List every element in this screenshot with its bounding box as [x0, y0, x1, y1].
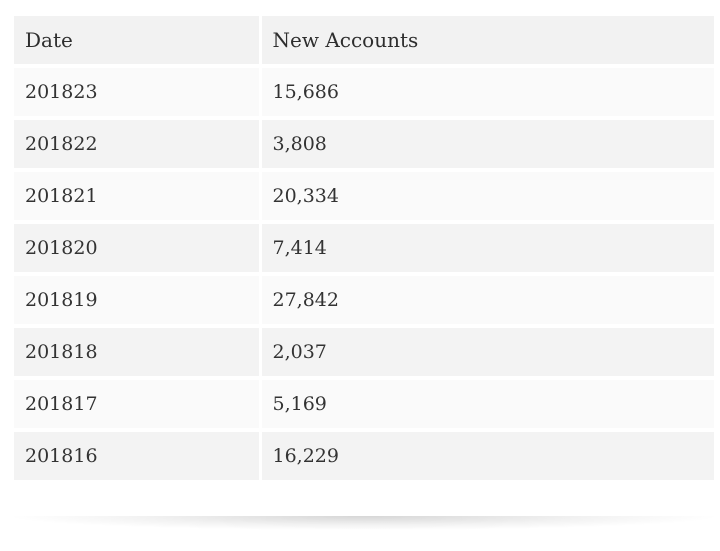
table-row: 201821 20,334 [14, 170, 714, 224]
table-header: Date New Accounts [14, 16, 714, 68]
cell-date: 201818 [14, 326, 260, 380]
table-row: 201820 7,414 [14, 222, 714, 276]
cell-new-accounts: 2,037 [258, 326, 714, 380]
cell-date: 201820 [14, 222, 260, 276]
table-row: 201823 15,686 [14, 66, 714, 120]
header-new-accounts: New Accounts [258, 16, 714, 68]
cell-date: 201822 [14, 118, 260, 172]
header-date: Date [14, 16, 260, 68]
cell-date: 201821 [14, 170, 260, 224]
header-row: Date New Accounts [14, 16, 714, 68]
cell-new-accounts: 5,169 [258, 378, 714, 432]
table-body: 201823 15,686 201822 3,808 201821 20,334… [14, 66, 714, 480]
bottom-shadow-divider [14, 516, 714, 530]
accounts-table-container: Date New Accounts 201823 15,686 201822 3… [14, 16, 714, 480]
cell-new-accounts: 27,842 [258, 274, 714, 328]
cell-new-accounts: 15,686 [258, 66, 714, 120]
cell-date: 201819 [14, 274, 260, 328]
cell-new-accounts: 16,229 [258, 430, 714, 480]
table-row: 201818 2,037 [14, 326, 714, 380]
table-row: 201817 5,169 [14, 378, 714, 432]
table-row: 201819 27,842 [14, 274, 714, 328]
cell-date: 201823 [14, 66, 260, 120]
table-row: 201816 16,229 [14, 430, 714, 480]
cell-new-accounts: 7,414 [258, 222, 714, 276]
accounts-table: Date New Accounts 201823 15,686 201822 3… [14, 16, 714, 480]
table-row: 201822 3,808 [14, 118, 714, 172]
cell-new-accounts: 20,334 [258, 170, 714, 224]
cell-date: 201817 [14, 378, 260, 432]
cell-new-accounts: 3,808 [258, 118, 714, 172]
cell-date: 201816 [14, 430, 260, 480]
